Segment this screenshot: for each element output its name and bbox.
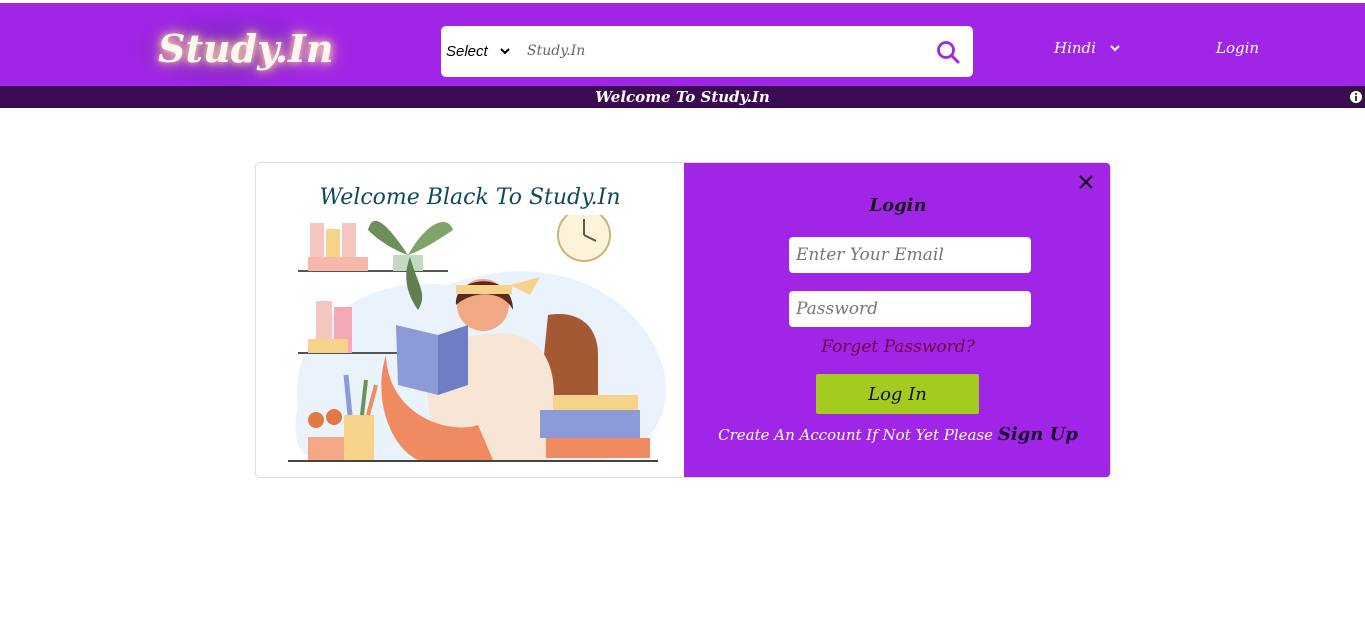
search-bar: Select bbox=[441, 26, 973, 77]
info-icon[interactable] bbox=[1348, 89, 1364, 105]
chevron-down-icon bbox=[1110, 45, 1120, 52]
forgot-password-link[interactable]: Forget Password? bbox=[684, 337, 1110, 357]
login-form-panel: Login Forget Password? Log In Create An … bbox=[684, 163, 1110, 477]
category-select[interactable]: Select bbox=[446, 38, 510, 64]
password-field[interactable] bbox=[789, 291, 1031, 327]
navbar: Study.In Select Hindi Login bbox=[0, 3, 1365, 89]
login-heading: Login bbox=[869, 195, 927, 216]
language-label: Hindi bbox=[1054, 39, 1096, 57]
sign-up-link[interactable]: Sign Up bbox=[998, 424, 1078, 445]
email-field[interactable] bbox=[789, 237, 1031, 273]
search-input[interactable] bbox=[527, 36, 907, 66]
signup-prompt-line: Create An Account If Not Yet Please Sign… bbox=[684, 424, 1110, 445]
search-icon[interactable] bbox=[935, 39, 961, 65]
log-in-button[interactable]: Log In bbox=[816, 374, 979, 414]
header-login-link[interactable]: Login bbox=[1216, 39, 1259, 57]
category-select-label: Select bbox=[446, 42, 488, 60]
language-select[interactable]: Hindi bbox=[1054, 39, 1120, 57]
site-logo[interactable]: Study.In bbox=[150, 19, 334, 79]
close-icon[interactable] bbox=[1077, 173, 1095, 191]
signup-prompt-text: Create An Account If Not Yet Please bbox=[718, 426, 994, 444]
welcome-ticker: Welcome To Study.In bbox=[0, 86, 1365, 108]
welcome-title: Welcome Black To Study.In bbox=[319, 185, 621, 210]
student-reading-illustration bbox=[288, 215, 667, 462]
login-modal: Welcome Black To Study.In Login Enter Yo… bbox=[255, 162, 1111, 478]
ticker-text: Welcome To Study.In bbox=[595, 88, 770, 106]
chevron-down-icon bbox=[499, 48, 510, 55]
modal-illustration-panel: Welcome Black To Study.In bbox=[256, 163, 684, 477]
